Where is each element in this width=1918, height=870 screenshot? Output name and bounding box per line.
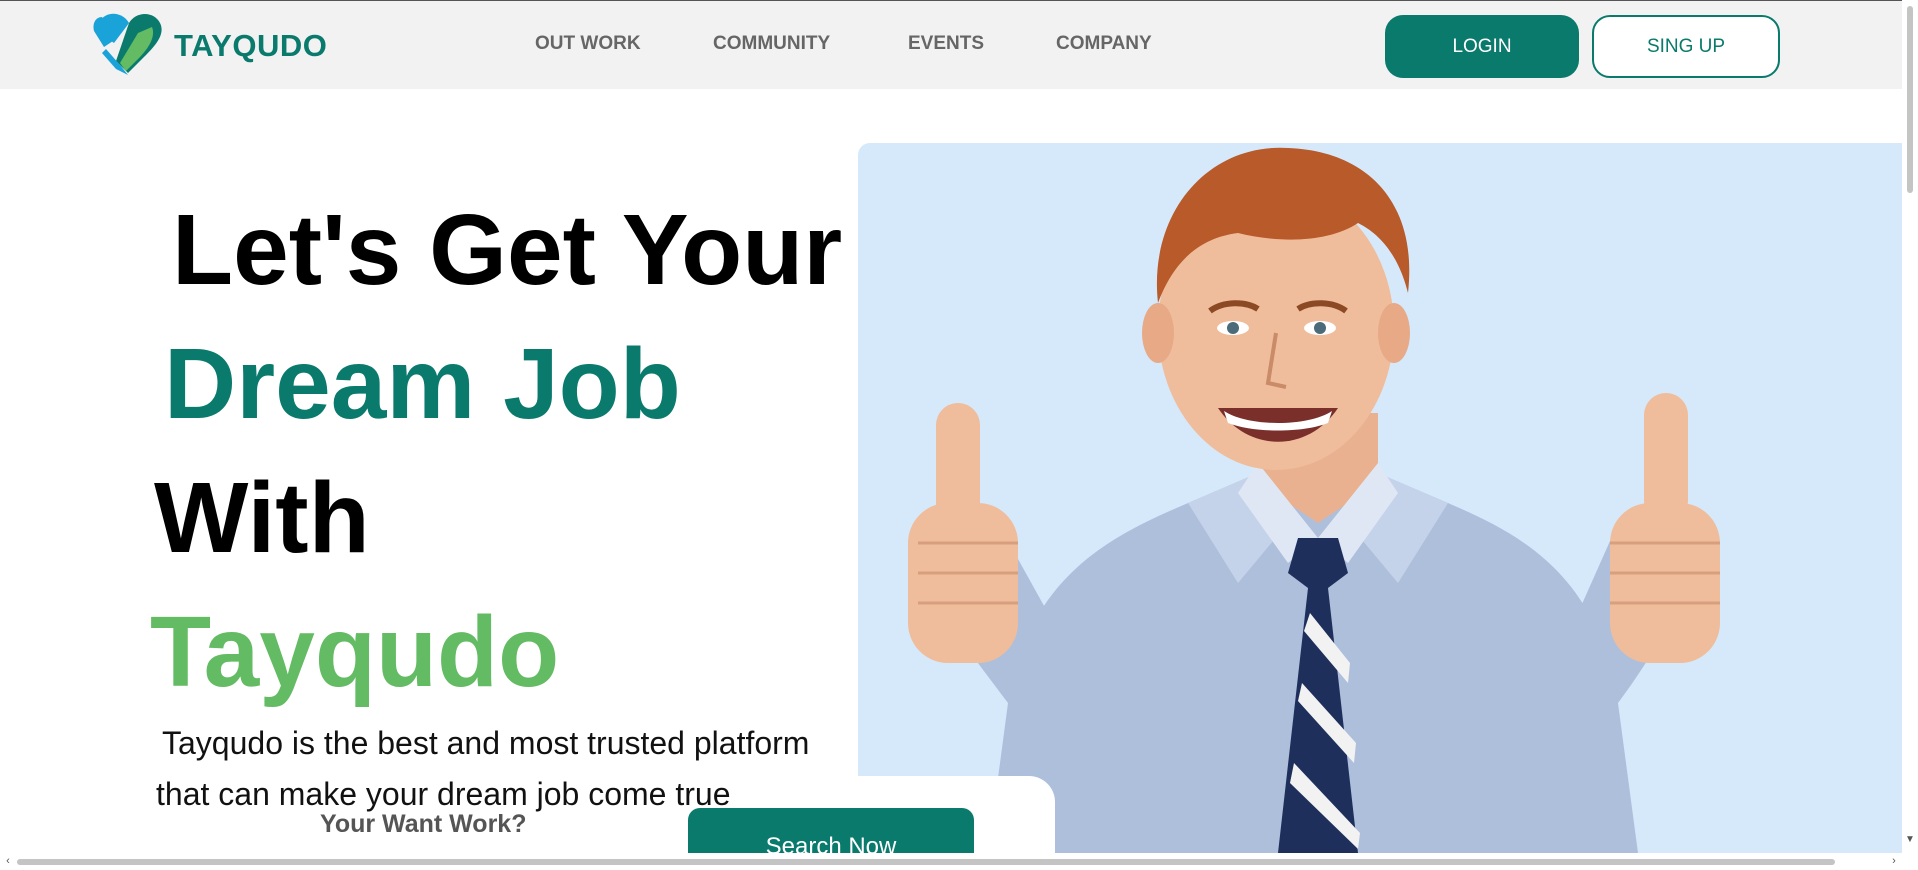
nav-item-company[interactable]: COMPANY [1056,33,1152,55]
search-label: Your Want Work? [320,810,527,838]
hero-title-line-3: With [154,462,370,574]
brand-name: TAYQUDO [174,28,328,63]
hero-title-line-4: Tayqudo [150,596,560,708]
horizontal-scrollbar[interactable]: ‹ › [0,853,1918,870]
nav-item-events[interactable]: EVENTS [908,33,984,55]
hero-description-line-1: Tayqudo is the best and most trusted pla… [162,725,810,761]
vertical-scrollbar-thumb[interactable] [1907,6,1913,193]
top-navbar: TAYQUDO OUT WORK COMMUNITY EVENTS COMPAN… [0,0,1902,89]
landing-page: TAYQUDO OUT WORK COMMUNITY EVENTS COMPAN… [0,0,1918,870]
chevron-left-icon[interactable]: ‹ [2,855,14,868]
hero-title-line-1: Let's Get Your [172,194,843,306]
brand-logo[interactable]: TAYQUDO [92,13,342,79]
login-button[interactable]: LOGIN [1385,15,1579,78]
hero-description: Tayqudo is the best and most trusted pla… [156,718,896,820]
chevron-down-icon[interactable]: ▼ [1904,834,1916,846]
horizontal-scrollbar-thumb[interactable] [17,859,1835,865]
hero-title-line-2: Dream Job [164,328,681,440]
signup-button[interactable]: SING UP [1592,15,1780,78]
hero-image [858,143,1902,853]
heart-logo-icon [93,13,162,75]
person-thumbs-up-illustration [908,147,1720,853]
nav-item-out-work[interactable]: OUT WORK [535,33,641,55]
nav-item-community[interactable]: COMMUNITY [713,33,830,55]
vertical-scrollbar[interactable]: ▼ [1902,0,1918,853]
chevron-right-icon[interactable]: › [1888,855,1900,868]
